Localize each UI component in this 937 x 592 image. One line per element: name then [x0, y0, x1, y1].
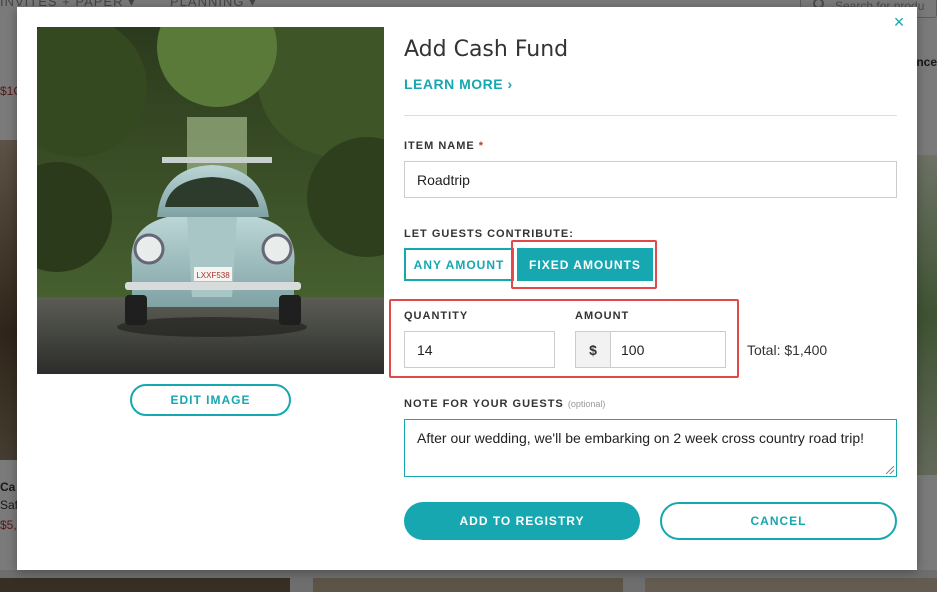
highlight-box-fixed	[511, 240, 657, 289]
amount-label: AMOUNT	[575, 310, 630, 322]
dialog-title: Add Cash Fund	[404, 37, 569, 62]
note-text: After our wedding, we'll be embarking on…	[417, 430, 865, 446]
item-name-input[interactable]: Roadtrip	[404, 161, 897, 198]
close-icon[interactable]: ×	[891, 13, 907, 31]
any-amount-option[interactable]: ANY AMOUNT	[404, 248, 514, 281]
item-name-label: ITEM NAME *	[404, 140, 485, 152]
optional-hint: (optional)	[567, 399, 606, 409]
quantity-input[interactable]: 14	[404, 331, 555, 368]
license-plate-text: LXXF538	[196, 271, 230, 280]
learn-more-link[interactable]: LEARN MORE ›	[404, 76, 513, 92]
note-textarea[interactable]: After our wedding, we'll be embarking on…	[404, 419, 897, 477]
amount-input[interactable]: $ 100	[575, 331, 726, 368]
contribute-label: LET GUESTS CONTRIBUTE:	[404, 228, 574, 240]
required-mark: *	[478, 140, 485, 152]
currency-symbol: $	[576, 332, 611, 367]
divider	[404, 115, 897, 116]
note-label: NOTE FOR YOUR GUESTS (optional)	[404, 398, 606, 410]
resize-grip-icon[interactable]	[886, 466, 894, 474]
amount-value[interactable]: 100	[611, 332, 725, 367]
edit-image-button[interactable]: EDIT IMAGE	[130, 384, 291, 416]
total-text: Total: $1,400	[747, 342, 828, 358]
add-to-registry-button[interactable]: ADD TO REGISTRY	[404, 502, 640, 540]
quantity-label: QUANTITY	[404, 310, 469, 322]
vw-beetle-image: LXXF538	[37, 27, 384, 374]
cancel-button[interactable]: CANCEL	[660, 502, 897, 540]
add-cash-fund-dialog: × LXXF538 EDIT IMAGE Add Cash Fund LEARN…	[17, 7, 917, 570]
fund-photo: LXXF538	[37, 27, 384, 374]
